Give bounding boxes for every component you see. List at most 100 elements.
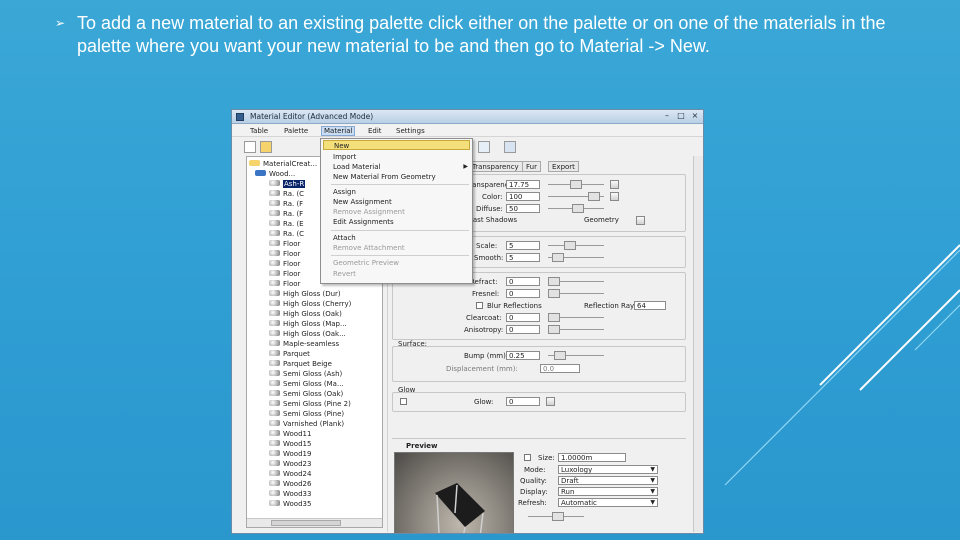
tree-item[interactable]: Wood24 bbox=[269, 469, 311, 479]
color-field[interactable]: 100 bbox=[506, 192, 540, 201]
menu-item-new[interactable]: New bbox=[323, 140, 470, 150]
tree-item[interactable]: Parquet Beige bbox=[269, 359, 332, 369]
tab-export[interactable]: Export bbox=[548, 161, 579, 172]
tree-horizontal-scrollbar[interactable] bbox=[247, 518, 382, 527]
tree-item[interactable]: High Gloss (Oak... bbox=[269, 329, 346, 339]
maximize-button[interactable]: □ bbox=[676, 112, 686, 121]
clearcoat-slider[interactable] bbox=[548, 313, 604, 322]
tree-item[interactable]: Ra. (E bbox=[269, 219, 304, 229]
diffuse-field[interactable]: 50 bbox=[506, 204, 540, 213]
blur-reflections-checkbox[interactable] bbox=[476, 302, 483, 309]
anisotropy-field[interactable]: 0 bbox=[506, 325, 540, 334]
size-field[interactable]: 1.0000m bbox=[558, 453, 626, 462]
tree-item[interactable]: Ra. (F bbox=[269, 209, 303, 219]
smooth-field[interactable]: 5 bbox=[506, 253, 540, 262]
refract-field[interactable]: 0 bbox=[506, 277, 540, 286]
tree-item[interactable]: Wood11 bbox=[269, 429, 311, 439]
tree-item[interactable]: Floor bbox=[269, 249, 300, 259]
tree-item[interactable]: Wood33 bbox=[269, 489, 311, 499]
quality-label: Quality: bbox=[520, 477, 547, 485]
new-file-icon[interactable] bbox=[244, 141, 256, 153]
menu-item-assign[interactable]: Assign bbox=[333, 187, 356, 197]
menu-item-import[interactable]: Import bbox=[333, 152, 356, 162]
tree-item[interactable]: High Gloss (Map... bbox=[269, 319, 347, 329]
preview-divider bbox=[392, 438, 686, 439]
tree-item[interactable]: High Gloss (Dur) bbox=[269, 289, 341, 299]
menu-palette[interactable]: Palette bbox=[284, 127, 308, 135]
transparency-slider[interactable] bbox=[548, 180, 604, 189]
vertical-scrollbar[interactable] bbox=[693, 156, 703, 532]
tab-transparency[interactable]: Transparency bbox=[468, 161, 523, 172]
close-button[interactable]: × bbox=[690, 112, 700, 121]
glow-field[interactable]: 0 bbox=[506, 397, 540, 406]
bump-field[interactable]: 0.25 bbox=[506, 351, 540, 360]
tree-item[interactable]: High Gloss (Cherry) bbox=[269, 299, 351, 309]
scale-slider[interactable] bbox=[548, 241, 604, 250]
clearcoat-field[interactable]: 0 bbox=[506, 313, 540, 322]
swatch-icon[interactable] bbox=[478, 141, 490, 153]
tree-item[interactable]: Semi Gloss (Pine) bbox=[269, 409, 344, 419]
value-button[interactable] bbox=[610, 192, 619, 201]
smooth-slider[interactable] bbox=[548, 253, 604, 262]
menu-edit[interactable]: Edit bbox=[368, 127, 382, 135]
menu-settings[interactable]: Settings bbox=[396, 127, 425, 135]
tree-palette[interactable]: Wood... bbox=[255, 169, 295, 179]
tree-item[interactable]: Wood26 bbox=[269, 479, 311, 489]
tree-item[interactable]: Ra. (F bbox=[269, 199, 303, 209]
glow-checkbox[interactable] bbox=[400, 398, 407, 405]
tree-item[interactable]: Ra. (C bbox=[269, 229, 304, 239]
refresh-dropdown[interactable]: Automatic ▼ bbox=[558, 498, 658, 507]
tree-item[interactable]: Floor bbox=[269, 279, 300, 289]
fresnel-field[interactable]: 0 bbox=[506, 289, 540, 298]
reflection-rays-field[interactable]: 64 bbox=[634, 301, 666, 310]
diffuse-slider[interactable] bbox=[548, 204, 604, 213]
menu-material[interactable]: Material bbox=[321, 126, 356, 136]
size-checkbox[interactable] bbox=[524, 454, 531, 461]
export-icon[interactable] bbox=[504, 141, 516, 153]
refract-slider[interactable] bbox=[548, 277, 604, 286]
fresnel-slider[interactable] bbox=[548, 289, 604, 298]
tree-root[interactable]: MaterialCreat... bbox=[249, 159, 317, 169]
tree-item[interactable]: Semi Gloss (Ash) bbox=[269, 369, 342, 379]
tab-fur[interactable]: Fur bbox=[522, 161, 541, 172]
tree-item[interactable]: Semi Gloss (Ma... bbox=[269, 379, 344, 389]
scroll-thumb[interactable] bbox=[271, 520, 341, 526]
tree-item[interactable]: Varnished (Plank) bbox=[269, 419, 344, 429]
tree-item[interactable]: Wood35 bbox=[269, 499, 311, 509]
tree-item[interactable]: Wood23 bbox=[269, 459, 311, 469]
tree-item[interactable]: Ash-R bbox=[269, 179, 306, 189]
circled-arrow-bullet-icon: ➢ bbox=[55, 16, 66, 30]
tree-item[interactable]: Semi Gloss (Pine 2) bbox=[269, 399, 351, 409]
glow-button[interactable] bbox=[546, 397, 555, 406]
value-button[interactable] bbox=[610, 180, 619, 189]
transparency-field[interactable]: 17.75 bbox=[506, 180, 540, 189]
tree-item[interactable]: Wood19 bbox=[269, 449, 311, 459]
menu-item-load-material[interactable]: Load Material bbox=[333, 162, 471, 172]
bump-slider[interactable] bbox=[548, 351, 604, 360]
tree-item[interactable]: Floor bbox=[269, 269, 300, 279]
fresnel-label: Fresnel: bbox=[472, 290, 500, 298]
mode-dropdown[interactable]: Luxology ▼ bbox=[558, 465, 658, 474]
geometry-icon[interactable] bbox=[636, 216, 645, 225]
quality-dropdown[interactable]: Draft ▼ bbox=[558, 476, 658, 485]
menu-table[interactable]: Table bbox=[250, 127, 268, 135]
open-folder-icon[interactable] bbox=[260, 141, 272, 153]
menu-item-edit-assignments[interactable]: Edit Assignments bbox=[333, 217, 394, 227]
minimize-button[interactable]: – bbox=[662, 112, 672, 121]
tree-item[interactable]: Wood15 bbox=[269, 439, 311, 449]
tree-item[interactable]: Floor bbox=[269, 259, 300, 269]
display-dropdown[interactable]: Run ▼ bbox=[558, 487, 658, 496]
light-slider[interactable] bbox=[528, 512, 584, 521]
tree-item[interactable]: High Gloss (Oak) bbox=[269, 309, 342, 319]
tree-item[interactable]: Maple-seamless bbox=[269, 339, 339, 349]
menu-item-new-assignment[interactable]: New Assignment bbox=[333, 197, 392, 207]
tree-item[interactable]: Ra. (C bbox=[269, 189, 304, 199]
tree-item[interactable]: Semi Gloss (Oak) bbox=[269, 389, 343, 399]
scale-field[interactable]: 5 bbox=[506, 241, 540, 250]
menu-item-new-from-geometry[interactable]: New Material From Geometry bbox=[333, 172, 436, 182]
tree-item[interactable]: Parquet bbox=[269, 349, 310, 359]
anisotropy-slider[interactable] bbox=[548, 325, 604, 334]
tree-item[interactable]: Floor bbox=[269, 239, 300, 249]
menu-item-attach[interactable]: Attach bbox=[333, 233, 356, 243]
color-slider[interactable] bbox=[548, 192, 604, 201]
